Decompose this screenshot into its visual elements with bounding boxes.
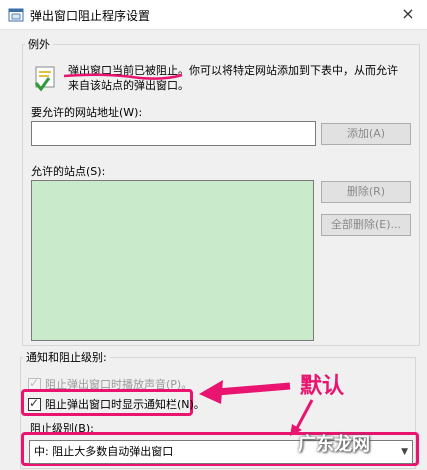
window-title: 弹出窗口阻止程序设置 xyxy=(30,9,151,23)
remove-button[interactable]: 删除(R) xyxy=(321,181,411,203)
block-level-value: 中: 阻止大多数自动弹出窗口 xyxy=(34,445,174,458)
allowed-sites-list[interactable] xyxy=(31,180,314,341)
check-icon: ✓ xyxy=(29,395,40,410)
notification-group-label: 通知和阻止级别: xyxy=(26,351,107,364)
address-label: 要允许的网站地址(W): xyxy=(31,106,143,119)
watermark: 广东龙网 xyxy=(298,434,370,455)
title-bar: 弹出窗口阻止程序设置 × xyxy=(0,0,427,30)
add-button[interactable]: 添加(A) xyxy=(321,123,411,145)
show-bar-checkbox[interactable]: ✓ xyxy=(28,395,41,411)
default-callout: 默认 xyxy=(300,374,345,399)
remove-all-button[interactable]: 全部删除(E)... xyxy=(321,214,411,236)
check-icon: ✓ xyxy=(29,375,40,390)
show-bar-label: 阻止弹出窗口时显示通知栏(N)。 xyxy=(45,398,205,411)
shield-check-icon xyxy=(34,66,55,92)
show-bar-row[interactable]: ✓ 阻止弹出窗口时显示通知栏(N)。 xyxy=(28,396,205,412)
allowed-sites-label: 允许的站点(S): xyxy=(31,165,106,178)
popup-blocker-icon xyxy=(8,8,24,22)
underline-annotation xyxy=(63,73,183,80)
address-input[interactable] xyxy=(31,121,316,146)
callout-arrow-icon xyxy=(199,380,291,404)
exceptions-group-label: 例外 xyxy=(28,38,50,51)
close-button[interactable]: × xyxy=(395,2,421,26)
chevron-down-icon: ▼ xyxy=(401,447,408,457)
